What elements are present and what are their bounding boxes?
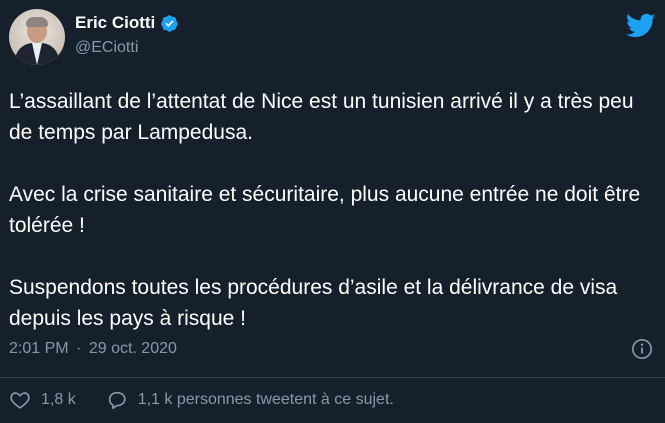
tweet-actions: 1,8 k 1,1 k personnes tweetent à ce suje… [9, 389, 424, 411]
twitter-bird-icon[interactable] [626, 13, 656, 39]
author-name-row: Eric Ciotti [75, 13, 179, 33]
tweet-time: 2:01 PM [9, 340, 69, 357]
tweet-header: Eric Ciotti @ECiotti [9, 9, 656, 65]
conversation-button[interactable]: 1,1 k personnes tweetent à ce sujet. [106, 389, 394, 411]
tweet-timestamp[interactable]: 2:01 PM · 29 oct. 2020 [9, 340, 177, 358]
verified-badge-icon [161, 14, 179, 32]
avatar[interactable] [9, 9, 65, 65]
like-count: 1,8 k [41, 391, 76, 408]
tweet-card: Eric Ciotti @ECiotti L’assaillant de l’a… [0, 0, 665, 423]
conversation-text: 1,1 k personnes tweetent à ce sujet. [137, 391, 394, 408]
heart-icon [10, 392, 30, 409]
tweet-date: 29 oct. 2020 [88, 340, 177, 357]
author-name[interactable]: Eric Ciotti [75, 13, 155, 33]
info-icon[interactable] [631, 338, 653, 360]
tweet-paragraph: Suspendons toutes les procédures d’asile… [9, 276, 618, 330]
tweet-paragraph: Avec la crise sanitaire et sécuritaire, … [9, 183, 641, 237]
tweet-paragraph: L’assaillant de l’attentat de Nice est u… [9, 90, 634, 144]
divider [0, 377, 665, 378]
author-handle[interactable]: @ECiotti [75, 39, 138, 57]
like-button[interactable]: 1,8 k [9, 389, 76, 411]
speech-bubble-icon [108, 391, 126, 410]
timestamp-separator: · [76, 340, 82, 357]
tweet-text: L’assaillant de l’attentat de Nice est u… [9, 86, 649, 334]
